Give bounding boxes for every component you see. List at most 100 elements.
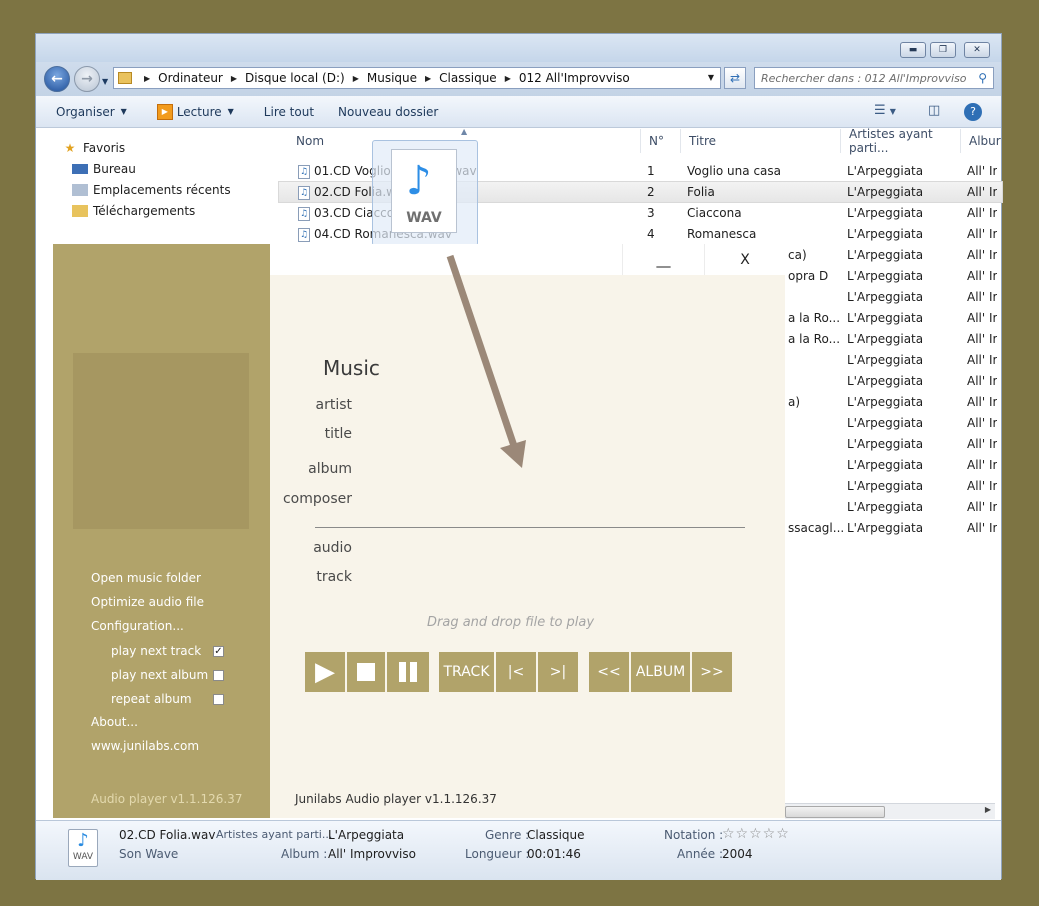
play-all-button[interactable]: Lire tout <box>264 105 314 119</box>
breadcrumb-computer[interactable]: Ordinateur <box>158 71 223 85</box>
about-link[interactable]: About... <box>91 715 138 729</box>
column-number[interactable]: N° <box>641 129 681 153</box>
organize-menu[interactable]: Organiser ▼ <box>56 105 127 119</box>
track-title: a) <box>788 395 801 409</box>
track-artist: L'Arpeggiata <box>847 248 924 262</box>
track-title: opra D <box>788 269 829 283</box>
view-options-icon[interactable]: ☰ ▼ <box>874 103 896 118</box>
address-bar[interactable]: ▶ Ordinateur ▶ Disque local (D:) ▶ Musiq… <box>113 67 721 89</box>
music-heading: Music <box>323 356 380 380</box>
option-play-next-album[interactable]: play next album <box>111 668 208 682</box>
forward-button[interactable]: → <box>74 66 100 92</box>
maximize-button[interactable]: ❐ <box>930 42 956 58</box>
search-input[interactable]: Rechercher dans : 012 All'Improvviso ⚲ <box>754 67 994 89</box>
album-button[interactable]: ALBUM <box>631 652 692 692</box>
details-pane: ♪ WAV 02.CD Folia.wav Son Wave Artistes … <box>36 820 1001 880</box>
chevron-right-icon[interactable]: ▶ <box>425 74 431 83</box>
track-album: All' Ir <box>967 374 998 388</box>
chevron-down-icon: ▼ <box>227 107 234 116</box>
detail-artist-value[interactable]: L'Arpeggiata <box>328 828 404 842</box>
navigation-pane: ★ Favoris Bureau Emplacements récents Té… <box>36 129 277 244</box>
audio-file-icon: ♫ <box>298 185 310 200</box>
play-next-track-checkbox[interactable]: ✓ <box>213 646 224 657</box>
nav-favorites-label: Favoris <box>83 141 126 155</box>
play-button[interactable]: ▶ <box>305 652 347 692</box>
address-dropdown-icon[interactable]: ▼ <box>708 73 714 82</box>
track-album: All' Ir <box>967 353 998 367</box>
breadcrumb-album[interactable]: 012 All'Improvviso <box>519 71 630 85</box>
player-minimize-button[interactable]: __ <box>622 244 704 275</box>
chevron-right-icon[interactable]: ▶ <box>353 74 359 83</box>
column-album[interactable]: Albur <box>961 129 1003 153</box>
pause-button[interactable] <box>387 652 429 692</box>
next-album-button[interactable]: >> <box>692 652 732 692</box>
breadcrumb-classique[interactable]: Classique <box>439 71 497 85</box>
rating-stars-icon[interactable]: ☆☆☆☆☆ <box>722 826 790 842</box>
minimize-button[interactable]: ▬ <box>900 42 926 58</box>
breadcrumb-music[interactable]: Musique <box>367 71 417 85</box>
detail-genre-value[interactable]: Classique <box>527 828 585 842</box>
open-music-folder-link[interactable]: Open music folder <box>91 571 201 585</box>
scrollbar-thumb[interactable] <box>785 806 885 818</box>
player-close-button[interactable]: X <box>704 244 785 275</box>
option-repeat-album[interactable]: repeat album <box>111 692 192 706</box>
chevron-right-icon[interactable]: ▶ <box>985 805 991 814</box>
detail-album-value[interactable]: All' Improvviso <box>328 847 416 861</box>
nav-downloads[interactable]: Téléchargements <box>72 204 195 218</box>
sidebar-version: Audio player v1.1.126.37 <box>91 792 243 806</box>
organize-label: Organiser <box>56 104 115 119</box>
breadcrumb-disk[interactable]: Disque local (D:) <box>245 71 345 85</box>
stop-button[interactable] <box>347 652 387 692</box>
detail-artist-label: Artistes ayant parti... <box>216 828 333 841</box>
previous-track-button[interactable]: |< <box>496 652 538 692</box>
nav-favorites[interactable]: ★ Favoris <box>62 141 126 155</box>
history-dropdown-icon[interactable]: ▼ <box>102 77 108 86</box>
detail-year-value[interactable]: 2004 <box>722 847 753 861</box>
previous-album-button[interactable]: << <box>589 652 631 692</box>
preview-pane-icon[interactable]: ◫ <box>928 103 940 118</box>
track-album: All' Ir <box>967 458 998 472</box>
close-button[interactable]: ✕ <box>964 42 990 58</box>
detail-genre-label: Genre : <box>485 828 530 842</box>
track-button[interactable]: TRACK <box>439 652 496 692</box>
track-album: All' Ir <box>967 206 998 220</box>
website-link[interactable]: www.junilabs.com <box>91 739 199 753</box>
option-play-next-track[interactable]: play next track <box>111 644 201 658</box>
column-title[interactable]: Titre <box>681 129 841 153</box>
track-title: Folia <box>687 185 715 199</box>
new-folder-button[interactable]: Nouveau dossier <box>338 105 438 119</box>
audio-file-icon: ♫ <box>298 206 310 221</box>
chevron-right-icon[interactable]: ▶ <box>231 74 237 83</box>
close-icon: ✕ <box>973 45 981 55</box>
track-artist: L'Arpeggiata <box>847 458 924 472</box>
track-title: a la Ro... <box>788 332 841 346</box>
audio-player-window: Open music folder Optimize audio file Co… <box>53 244 785 818</box>
detail-rating-label: Notation : <box>664 828 724 842</box>
nav-recent[interactable]: Emplacements récents <box>72 183 231 197</box>
repeat-album-checkbox[interactable] <box>213 694 224 705</box>
audio-label: audio <box>313 540 352 556</box>
back-button[interactable]: ← <box>44 66 70 92</box>
chevron-right-icon[interactable]: ▶ <box>505 74 511 83</box>
drop-zone-message[interactable]: Drag and drop file to play <box>427 615 594 630</box>
horizontal-scrollbar[interactable]: ▶ <box>785 803 995 819</box>
play-menu[interactable]: ▶ Lecture ▼ <box>156 103 234 120</box>
next-track-button[interactable]: >| <box>538 652 578 692</box>
nav-desktop[interactable]: Bureau <box>72 162 136 176</box>
track-album: All' Ir <box>967 437 998 451</box>
track-title: ca) <box>788 248 807 262</box>
column-album-label: Albur <box>969 134 1001 148</box>
column-artists-label: Artistes ayant parti... <box>849 127 933 155</box>
track-artist: L'Arpeggiata <box>847 353 924 367</box>
column-artists[interactable]: Artistes ayant parti... <box>841 127 961 155</box>
restore-icon: ❐ <box>938 45 948 55</box>
configuration-link[interactable]: Configuration... <box>91 619 184 633</box>
dragged-file-ghost[interactable]: ♪ WAV <box>372 140 478 246</box>
help-icon[interactable]: ? <box>964 103 982 121</box>
stop-icon <box>357 663 375 681</box>
recent-places-icon <box>72 184 88 196</box>
search-icon[interactable]: ⚲ <box>978 71 987 85</box>
refresh-button[interactable]: ⇄ <box>724 67 746 89</box>
play-next-album-checkbox[interactable] <box>213 670 224 681</box>
optimize-audio-link[interactable]: Optimize audio file <box>91 595 204 609</box>
